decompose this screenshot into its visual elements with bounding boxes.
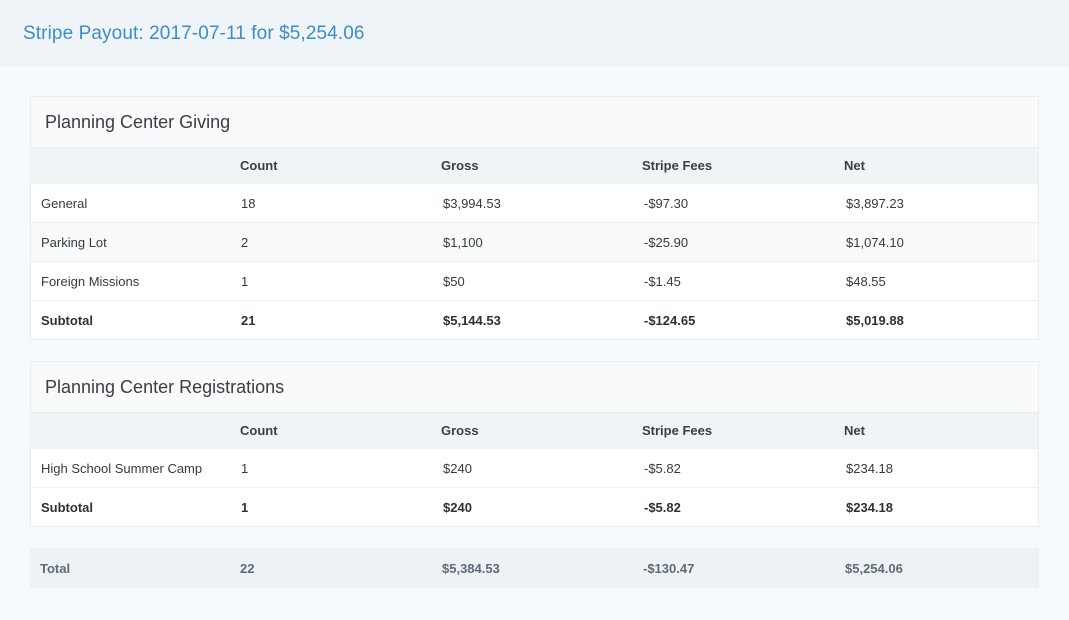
subtotal-gross: $5,144.53 (443, 312, 501, 328)
total-fees: -$130.47 (643, 560, 695, 576)
row-count: 1 (241, 273, 249, 289)
row-fees: -$5.82 (644, 460, 681, 476)
table-row: High School Summer Camp 1 $240 -$5.82 $2… (31, 448, 1038, 487)
row-name: Foreign Missions (41, 273, 140, 289)
subtotal-net: $234.18 (846, 499, 893, 515)
row-net: $3,897.23 (846, 195, 904, 211)
subtotal-count: 21 (241, 312, 256, 328)
subtotal-net: $5,019.88 (846, 312, 904, 328)
column-header-net: Net (844, 423, 865, 438)
table-row: Parking Lot 2 $1,100 -$25.90 $1,074.10 (31, 222, 1038, 261)
column-header-count: Count (240, 423, 278, 438)
row-count: 2 (241, 234, 249, 250)
section-panel-giving: Planning Center Giving Count Gross Strip… (30, 96, 1039, 340)
row-name: General (41, 195, 88, 211)
row-count: 18 (241, 195, 256, 211)
column-header-fees: Stripe Fees (642, 158, 713, 173)
subtotal-fees: -$5.82 (644, 499, 681, 515)
total-count: 22 (240, 560, 255, 576)
row-fees: -$25.90 (644, 234, 689, 250)
section-panel-registrations: Planning Center Registrations Count Gros… (30, 361, 1039, 527)
page-header: Stripe Payout: 2017-07-11 for $5,254.06 (0, 0, 1069, 67)
subtotal-row: Subtotal 1 $240 -$5.82 $234.18 (31, 487, 1038, 526)
row-gross: $3,994.53 (443, 195, 501, 211)
column-header-gross: Gross (441, 158, 479, 173)
column-header-net: Net (844, 158, 865, 173)
row-fees: -$97.30 (644, 195, 689, 211)
row-gross: $240 (443, 460, 472, 476)
row-net: $1,074.10 (846, 234, 904, 250)
table-header-row: Count Gross Stripe Fees Net (31, 148, 1038, 183)
table-row: Foreign Missions 1 $50 -$1.45 $48.55 (31, 261, 1038, 300)
row-count: 1 (241, 460, 249, 476)
total-net: $5,254.06 (845, 560, 903, 576)
row-net: $48.55 (846, 273, 886, 289)
section-title: Planning Center Giving (31, 97, 1038, 148)
subtotal-label: Subtotal (41, 312, 93, 328)
section-title: Planning Center Registrations (31, 362, 1038, 413)
row-gross: $50 (443, 273, 465, 289)
subtotal-label: Subtotal (41, 499, 93, 515)
subtotal-count: 1 (241, 499, 249, 515)
grand-total-row: Total 22 $5,384.53 -$130.47 $5,254.06 (30, 548, 1039, 588)
subtotal-gross: $240 (443, 499, 472, 515)
row-gross: $1,100 (443, 234, 483, 250)
subtotal-row: Subtotal 21 $5,144.53 -$124.65 $5,019.88 (31, 300, 1038, 339)
row-net: $234.18 (846, 460, 893, 476)
main-content: Planning Center Giving Count Gross Strip… (0, 67, 1069, 588)
column-header-gross: Gross (441, 423, 479, 438)
table-row: General 18 $3,994.53 -$97.30 $3,897.23 (31, 183, 1038, 222)
subtotal-fees: -$124.65 (644, 312, 696, 328)
row-name: High School Summer Camp (41, 460, 203, 476)
total-label: Total (40, 560, 71, 576)
page-title: Stripe Payout: 2017-07-11 for $5,254.06 (23, 22, 365, 44)
row-name: Parking Lot (41, 234, 107, 250)
total-gross: $5,384.53 (442, 560, 500, 576)
row-fees: -$1.45 (644, 273, 681, 289)
table-header-row: Count Gross Stripe Fees Net (31, 413, 1038, 448)
column-header-fees: Stripe Fees (642, 423, 713, 438)
column-header-count: Count (240, 158, 278, 173)
